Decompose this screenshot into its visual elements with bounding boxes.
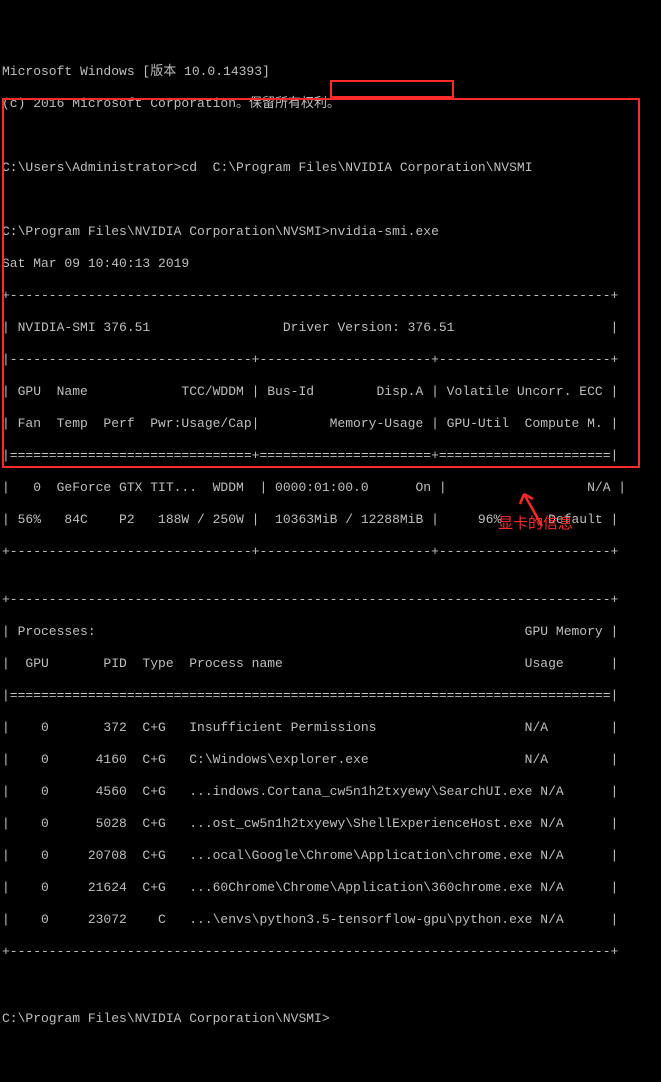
prompt-line-1: C:\Users\Administrator>cd C:\Program Fil…: [2, 160, 659, 176]
nvsmi-proc-border: +---------------------------------------…: [2, 944, 659, 960]
nvsmi-sep: |===============================+=======…: [2, 448, 659, 464]
nvsmi-header-1: | GPU Name TCC/WDDM | Bus-Id Disp.A | Vo…: [2, 384, 659, 400]
win-version-line: Microsoft Windows [版本 10.0.14393]: [2, 64, 659, 80]
nvsmi-timestamp: Sat Mar 09 10:40:13 2019: [2, 256, 659, 272]
nvsmi-proc-border: +---------------------------------------…: [2, 592, 659, 608]
terminal-cursor[interactable]: [330, 1008, 337, 1022]
annotation-highlight-output: [2, 98, 640, 468]
nvsmi-border: +---------------------------------------…: [2, 288, 659, 304]
prompt-1: C:\Users\Administrator>: [2, 160, 181, 175]
nvsmi-gpu-row-1: | 0 GeForce GTX TIT... WDDM | 0000:01:00…: [2, 480, 659, 496]
nvsmi-proc-header-2: | GPU PID Type Process name Usage |: [2, 656, 659, 672]
nvsmi-proc-row: | 0 23072 C ...\envs\python3.5-tensorflo…: [2, 912, 659, 928]
prompt-3: C:\Program Files\NVIDIA Corporation\NVSM…: [2, 1011, 330, 1026]
prompt-line-3[interactable]: C:\Program Files\NVIDIA Corporation\NVSM…: [2, 1011, 337, 1026]
nvsmi-title-row: | NVIDIA-SMI 376.51 Driver Version: 376.…: [2, 320, 659, 336]
blank-line: [2, 192, 659, 208]
prompt-2: C:\Program Files\NVIDIA Corporation\NVSM…: [2, 224, 330, 239]
nvsmi-header-2: | Fan Temp Perf Pwr:Usage/Cap| Memory-Us…: [2, 416, 659, 432]
nvsmi-proc-header-1: | Processes: GPU Memory |: [2, 624, 659, 640]
nvsmi-proc-row: | 0 20708 C+G ...ocal\Google\Chrome\Appl…: [2, 848, 659, 864]
nvsmi-sep: +-------------------------------+-------…: [2, 544, 659, 560]
nvsmi-proc-sep: |=======================================…: [2, 688, 659, 704]
nvsmi-proc-row: | 0 4160 C+G C:\Windows\explorer.exe N/A…: [2, 752, 659, 768]
blank-line: [2, 976, 659, 992]
nvsmi-proc-row: | 0 5028 C+G ...ost_cw5n1h2txyewy\ShellE…: [2, 816, 659, 832]
blank-line: [2, 128, 659, 144]
cmd-nvidia-smi[interactable]: nvidia-smi.exe: [330, 224, 439, 239]
annotation-caption: 显卡的信息: [498, 516, 573, 532]
cmd-cd[interactable]: cd C:\Program Files\NVIDIA Corporation\N…: [181, 160, 532, 175]
win-copyright-line: (c) 2016 Microsoft Corporation。保留所有权利。: [2, 96, 659, 112]
nvsmi-sep: |-------------------------------+-------…: [2, 352, 659, 368]
nvsmi-proc-row: | 0 4560 C+G ...indows.Cortana_cw5n1h2tx…: [2, 784, 659, 800]
prompt-line-2: C:\Program Files\NVIDIA Corporation\NVSM…: [2, 224, 659, 240]
nvsmi-proc-row: | 0 372 C+G Insufficient Permissions N/A…: [2, 720, 659, 736]
nvsmi-proc-row: | 0 21624 C+G ...60Chrome\Chrome\Applica…: [2, 880, 659, 896]
